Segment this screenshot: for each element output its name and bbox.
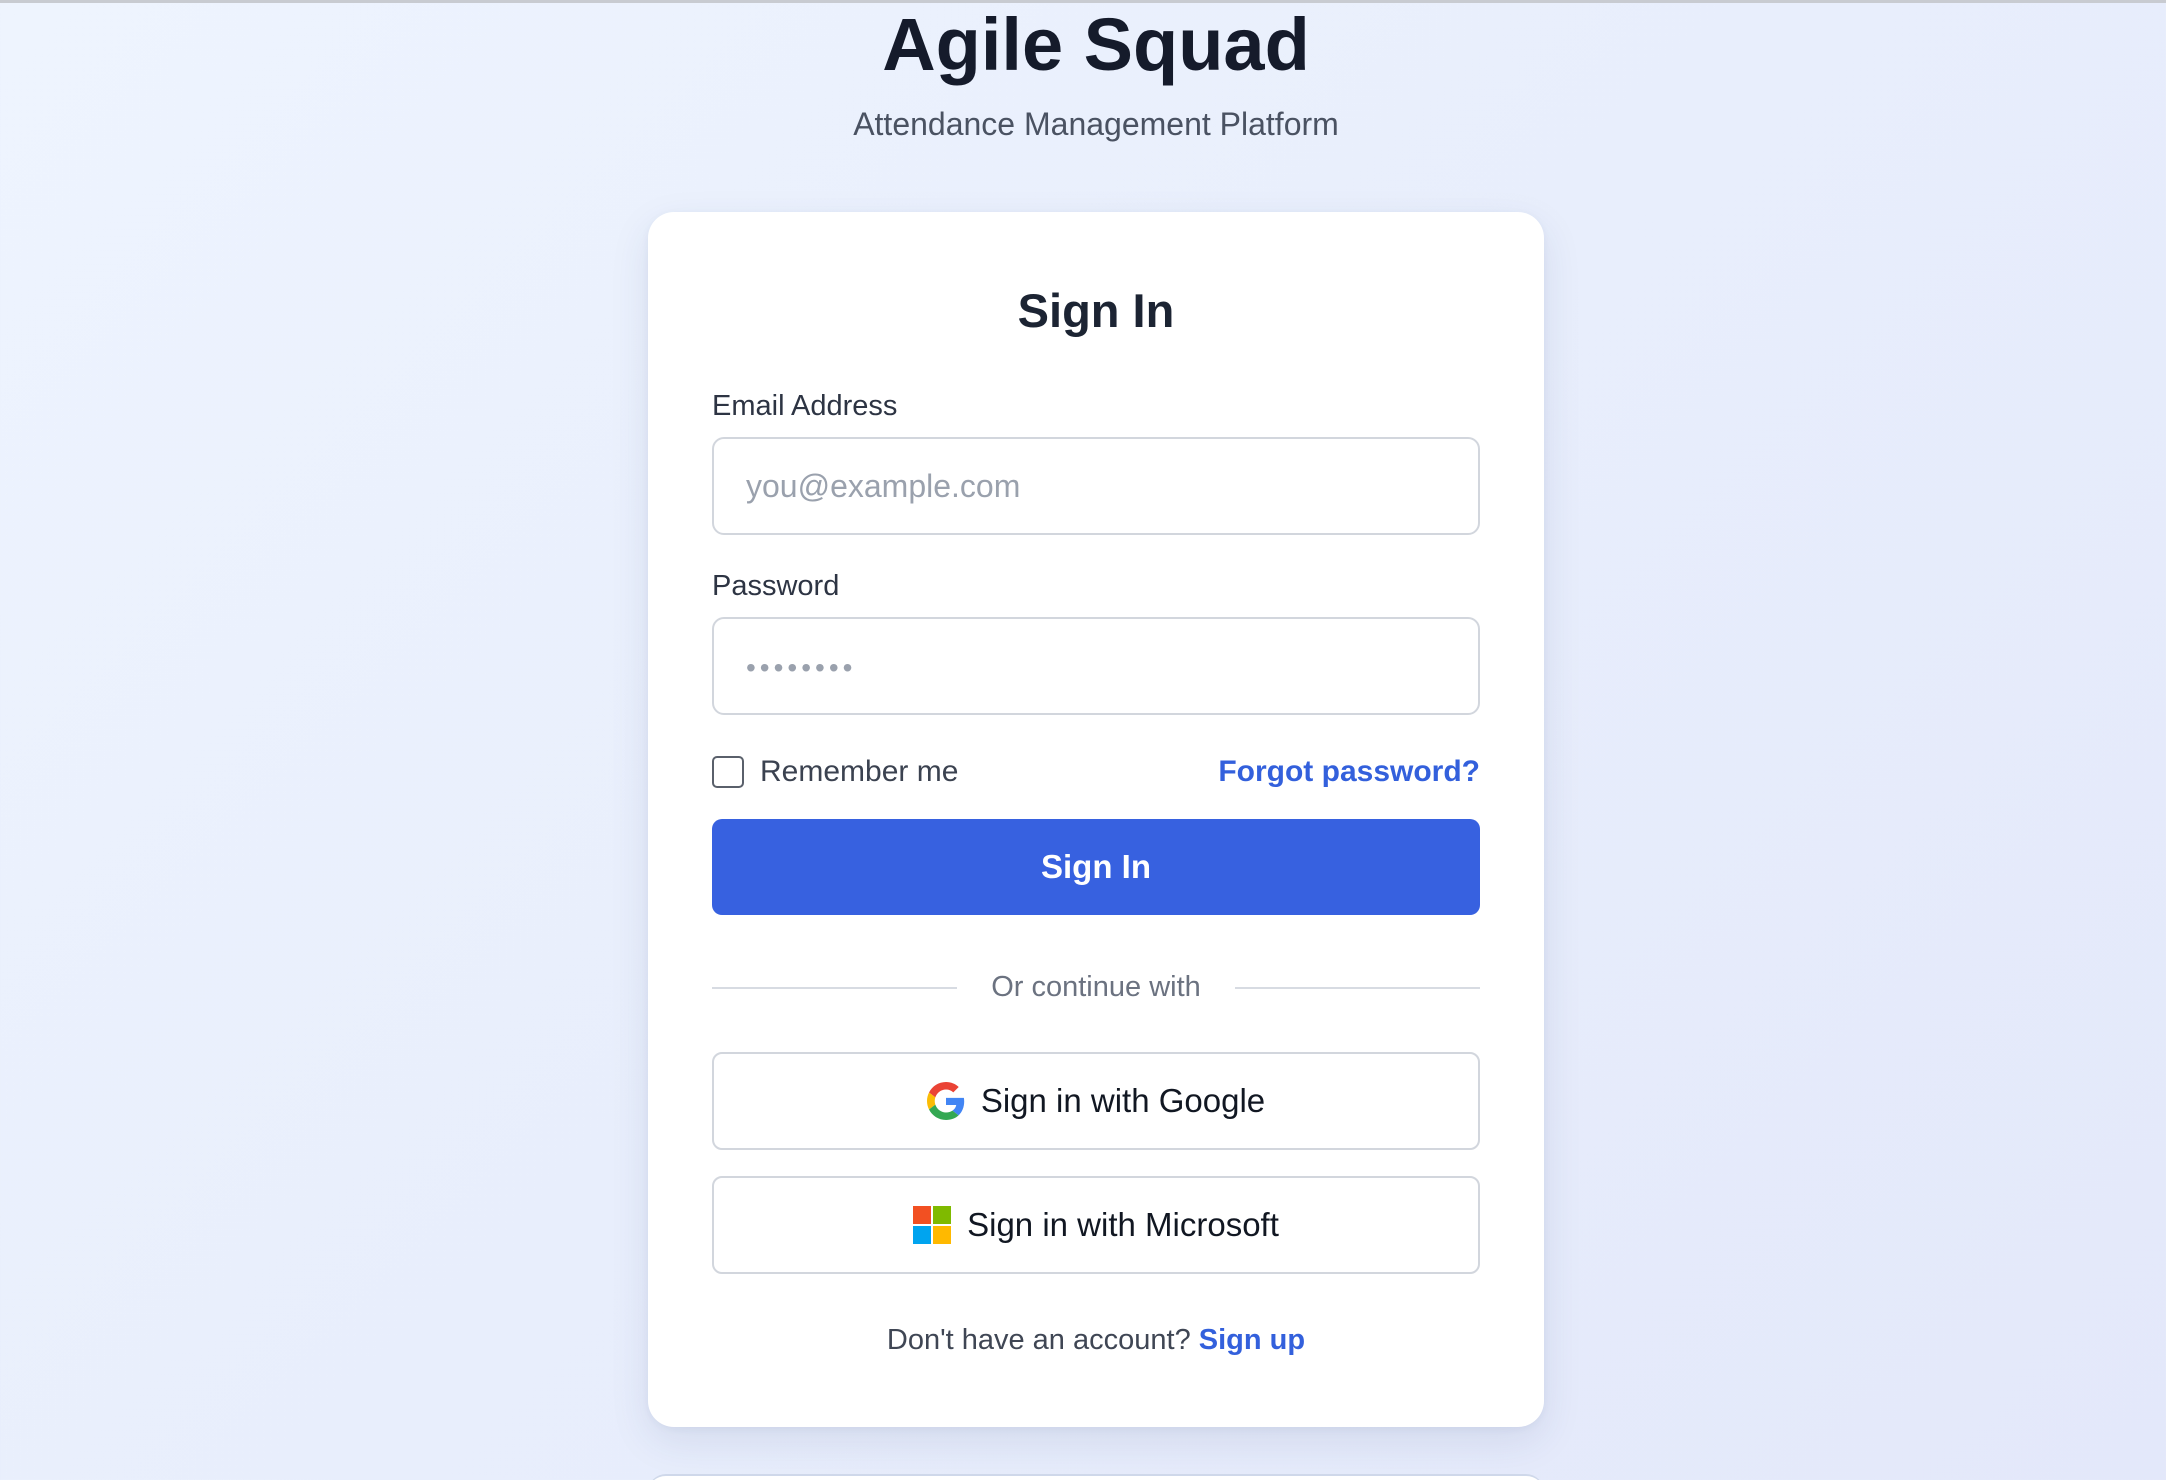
password-label: Password <box>712 570 840 602</box>
next-card-edge <box>648 1474 1544 1480</box>
microsoft-icon <box>913 1206 952 1244</box>
google-sign-in-button[interactable]: Sign in with Google <box>712 1052 1480 1150</box>
sign-in-card: Sign In Email Address Password Remember … <box>648 212 1544 1427</box>
app-subtitle: Attendance Management Platform <box>853 106 1339 142</box>
signup-row: Don't have an account? Sign up <box>648 1320 1544 1360</box>
microsoft-sign-in-button[interactable]: Sign in with Microsoft <box>712 1176 1480 1274</box>
password-field[interactable] <box>712 617 1480 715</box>
email-label: Email Address <box>712 390 898 422</box>
microsoft-button-label: Sign in with Microsoft <box>967 1206 1279 1243</box>
app-title: Agile Squad <box>882 3 1310 86</box>
google-icon <box>926 1082 965 1120</box>
sign-up-link[interactable]: Sign up <box>1199 1324 1305 1356</box>
sign-in-heading: Sign In <box>1017 284 1175 337</box>
divider-line-right <box>1235 987 1480 989</box>
remember-me-label[interactable]: Remember me <box>760 753 958 791</box>
signup-prompt: Don't have an account? <box>886 1324 1199 1356</box>
email-field[interactable] <box>712 437 1480 535</box>
forgot-password-link[interactable]: Forgot password? <box>1218 753 1480 791</box>
remember-row: Remember me Forgot password? <box>712 749 1480 795</box>
google-button-label: Sign in with Google <box>980 1082 1266 1119</box>
sign-in-button[interactable]: Sign In <box>712 819 1480 915</box>
remember-me-checkbox[interactable] <box>712 756 744 788</box>
divider: Or continue with <box>712 967 1480 1007</box>
